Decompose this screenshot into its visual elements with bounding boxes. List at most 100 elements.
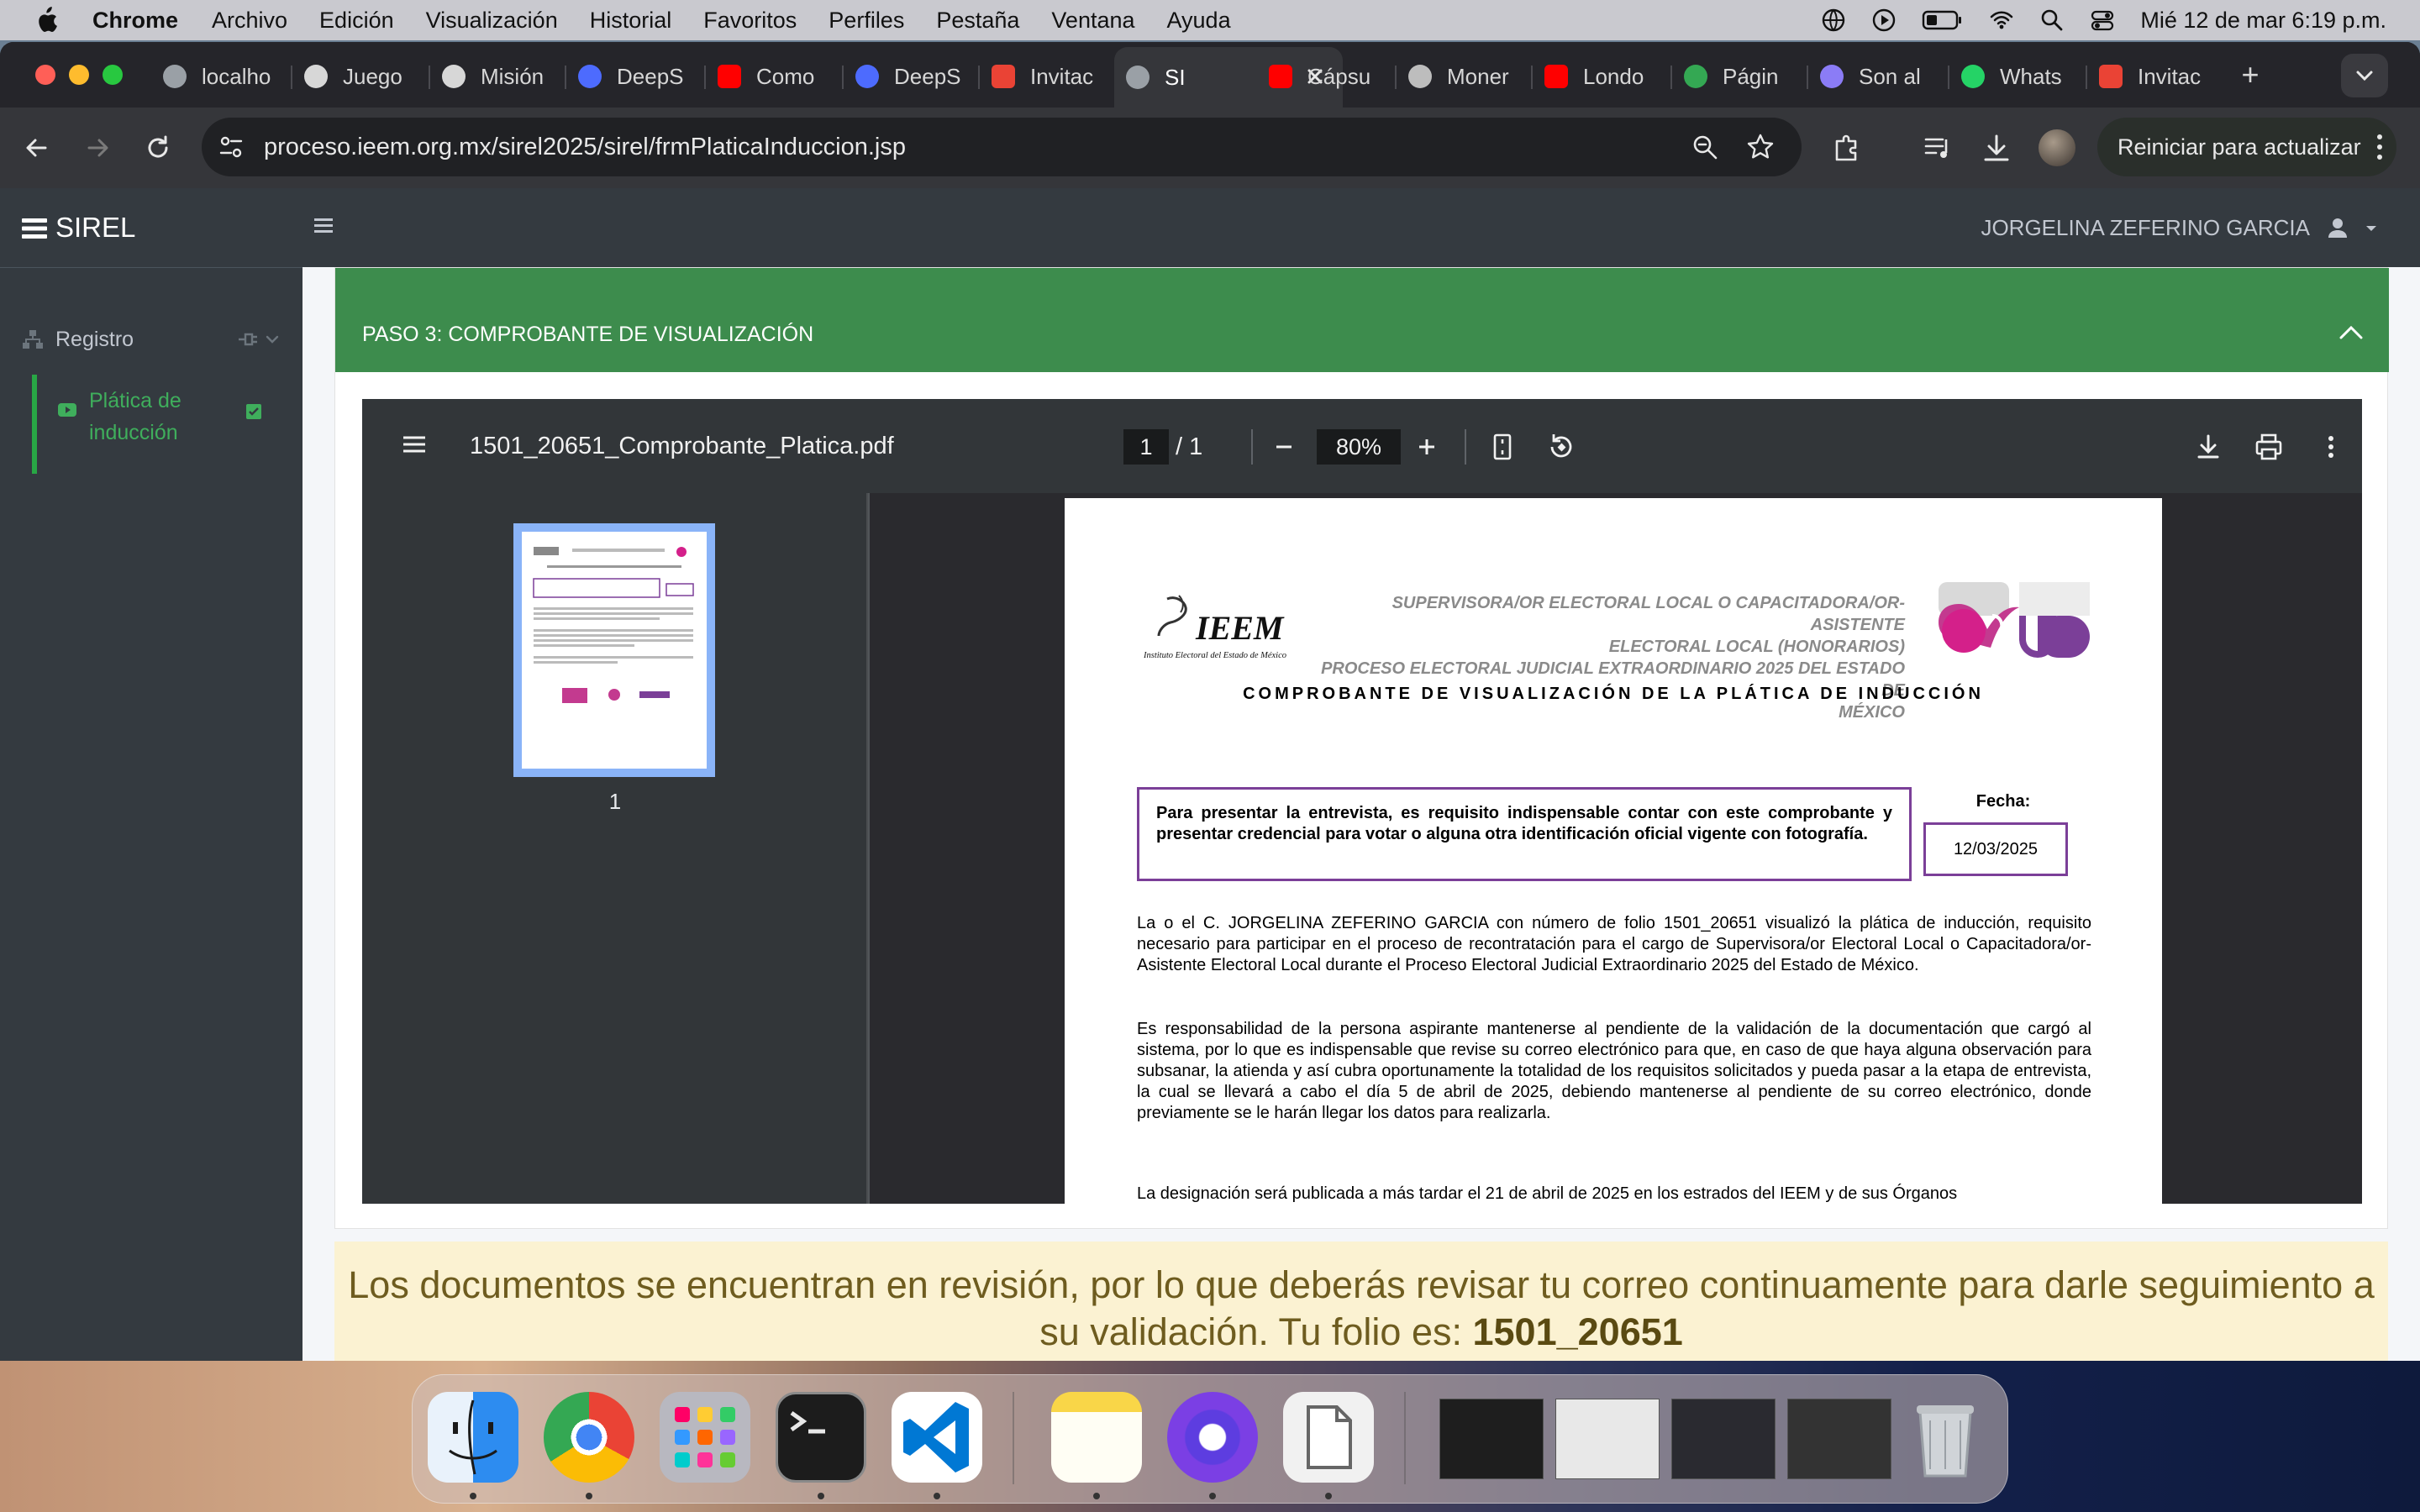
- pdf-sidebar-menu-icon[interactable]: [401, 431, 428, 458]
- launchpad-icon[interactable]: [660, 1392, 750, 1483]
- menu-ayuda[interactable]: Ayuda: [1167, 8, 1231, 34]
- drive-icon: [1684, 65, 1707, 88]
- tab-2[interactable]: Juego: [304, 50, 420, 102]
- tab-5[interactable]: Como: [718, 50, 827, 102]
- whatsapp-icon: [1961, 65, 1985, 88]
- review-notice-alert: Los documentos se encuentran en revisión…: [334, 1242, 2388, 1368]
- terminal-icon[interactable]: [776, 1392, 866, 1483]
- pdf-toolbar: 1501_20651_Comprobante_Platica.pdf 1 / 1…: [362, 399, 2362, 493]
- chevron-down-icon: [2356, 71, 2373, 81]
- print-icon[interactable]: [2251, 429, 2286, 465]
- terminal-prompt-icon: [790, 1410, 825, 1434]
- zoom-out-icon[interactable]: [1266, 429, 1302, 465]
- minimized-notes-window[interactable]: [1787, 1399, 1891, 1479]
- menu-archivo[interactable]: Archivo: [212, 8, 287, 34]
- tab-14[interactable]: Whats: [1961, 50, 2070, 102]
- profile-avatar[interactable]: [2039, 129, 2075, 166]
- more-vertical-icon[interactable]: [2375, 132, 2385, 162]
- zoom-level-input[interactable]: 80%: [1317, 429, 1401, 465]
- sidebar-item-platica[interactable]: Plática de inducción: [32, 375, 276, 474]
- tab-7[interactable]: Invitac: [992, 50, 1096, 102]
- url-text[interactable]: proceso.ieem.org.mx/sirel2025/sirel/frmP…: [264, 118, 906, 176]
- chrome-icon[interactable]: [544, 1392, 634, 1483]
- tab-13[interactable]: Son al: [1820, 50, 1933, 102]
- preview-icon[interactable]: [1283, 1392, 1374, 1483]
- menu-bar-clock[interactable]: Mié 12 de mar 6:19 p.m.: [2140, 8, 2386, 34]
- tab-separator: [1531, 66, 1533, 89]
- sidebar-item-registro[interactable]: Registro: [22, 316, 282, 363]
- reload-icon[interactable]: [139, 129, 176, 166]
- extensions-puzzle-icon[interactable]: [1828, 129, 1865, 166]
- restart-to-update-button[interactable]: Reiniciar para actualizar: [2097, 118, 2396, 176]
- control-center-icon[interactable]: [2090, 8, 2115, 33]
- chevron-down-icon[interactable]: [264, 331, 281, 348]
- page-thumbnail[interactable]: [513, 523, 715, 777]
- minimized-terminal-window[interactable]: [1439, 1399, 1544, 1479]
- rotate-icon[interactable]: [1544, 429, 1579, 465]
- tab-title: Como: [756, 63, 815, 89]
- tab-search-button[interactable]: [2341, 54, 2388, 97]
- tab-4[interactable]: DeepS: [578, 50, 687, 102]
- menu-ventana[interactable]: Ventana: [1051, 8, 1134, 34]
- ieem-logo-mark: IEEM Instituto Electoral del Estado de M…: [1143, 595, 1286, 660]
- sitemap-icon: [23, 330, 43, 349]
- zoom-in-icon[interactable]: [1409, 429, 1444, 465]
- trash-icon[interactable]: [1900, 1392, 1991, 1483]
- fit-page-icon[interactable]: [1485, 429, 1520, 465]
- screenrecorder-icon[interactable]: [1167, 1392, 1258, 1483]
- brand-link[interactable]: SIREL: [22, 188, 135, 267]
- back-icon[interactable]: [18, 129, 55, 166]
- tab-11[interactable]: Londo: [1544, 50, 1654, 102]
- menu-bars-icon: [22, 218, 47, 239]
- tab-12[interactable]: Págin: [1684, 50, 1793, 102]
- page-number-input[interactable]: 1: [1123, 429, 1169, 465]
- finder-icon[interactable]: [428, 1392, 518, 1483]
- close-window-button[interactable]: [35, 65, 55, 85]
- spotlight-search-icon[interactable]: [2039, 8, 2065, 33]
- forward-icon[interactable]: [79, 129, 116, 166]
- site-info-icon[interactable]: [217, 133, 245, 161]
- play-status-icon[interactable]: [1871, 8, 1897, 33]
- new-tab-button[interactable]: +: [2233, 59, 2267, 92]
- tab-title: Misión: [481, 63, 544, 89]
- menu-favoritos[interactable]: Favoritos: [703, 8, 797, 34]
- minimized-recorder-window[interactable]: [1671, 1399, 1776, 1479]
- user-menu[interactable]: JORGELINA ZEFERINO GARCIA: [1981, 188, 2378, 267]
- notes-icon[interactable]: [1051, 1392, 1142, 1483]
- active-app-name[interactable]: Chrome: [92, 8, 178, 34]
- hamburger-toggle-icon[interactable]: [314, 216, 333, 234]
- zoom-icon[interactable]: [1689, 131, 1721, 163]
- apple-icon[interactable]: [34, 7, 59, 34]
- paragraph-responsibility: Es responsabilidad de la persona aspiran…: [1137, 1020, 2091, 1122]
- bookmark-star-icon[interactable]: [1744, 131, 1776, 163]
- minimize-window-button[interactable]: [69, 65, 89, 85]
- menu-pestana[interactable]: Pestaña: [936, 8, 1019, 34]
- battery-icon[interactable]: [1922, 9, 1964, 31]
- download-icon[interactable]: [2191, 429, 2226, 465]
- vscode-icon[interactable]: [892, 1392, 982, 1483]
- tab-15[interactable]: Invitac: [2099, 50, 2203, 102]
- downloads-icon[interactable]: [1978, 129, 2015, 166]
- previous-step-header[interactable]: [335, 268, 2389, 297]
- tab-10[interactable]: Moner: [1408, 50, 1518, 102]
- tab-3[interactable]: Misión: [442, 50, 551, 102]
- step-3-header[interactable]: PASO 3: COMPROBANTE DE VISUALIZACIÓN: [335, 297, 2389, 372]
- language-globe-icon[interactable]: [1821, 8, 1846, 33]
- menu-edicion[interactable]: Edición: [319, 8, 394, 34]
- tab-6[interactable]: DeepS: [855, 50, 965, 102]
- tab-1[interactable]: localho: [163, 50, 281, 102]
- tab-title: Juego: [343, 63, 402, 89]
- zoom-window-button[interactable]: [103, 65, 123, 85]
- running-indicator: [470, 1493, 476, 1499]
- menu-perfiles[interactable]: Perfiles: [829, 8, 904, 34]
- ieem-logo-text: IEEM: [1195, 609, 1285, 647]
- chevron-up-icon[interactable]: [2338, 323, 2364, 342]
- wifi-icon[interactable]: [1989, 8, 2014, 33]
- more-options-icon[interactable]: [2313, 429, 2349, 465]
- minimized-preview-window[interactable]: [1555, 1399, 1660, 1479]
- menu-visualizacion[interactable]: Visualización: [426, 8, 558, 34]
- address-bar[interactable]: proceso.ieem.org.mx/sirel2025/sirel/frmP…: [202, 118, 1802, 176]
- tab-9[interactable]: Cápsu: [1269, 50, 1378, 102]
- media-controls-icon[interactable]: [1919, 129, 1956, 166]
- menu-historial[interactable]: Historial: [590, 8, 672, 34]
